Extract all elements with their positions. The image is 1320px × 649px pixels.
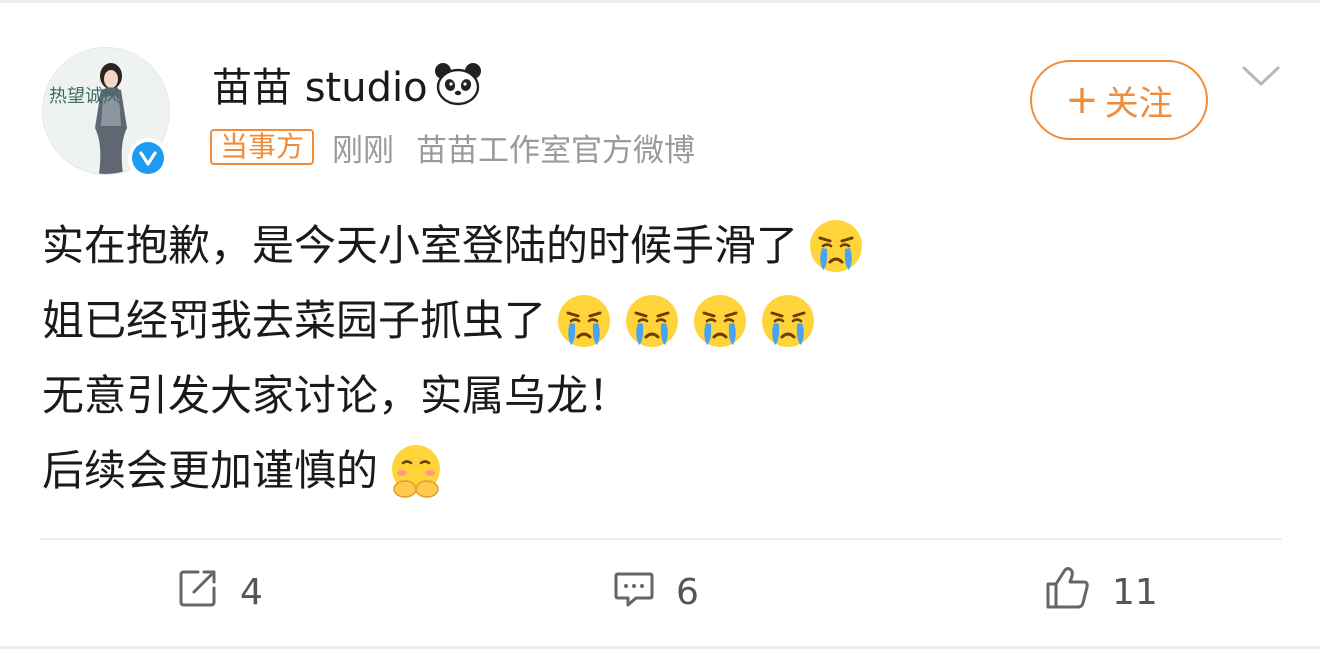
username[interactable]: 苗苗 studio bbox=[212, 55, 482, 113]
verified-badge bbox=[128, 138, 168, 178]
crying-emoji bbox=[624, 293, 680, 349]
comment-count: 6 bbox=[676, 571, 699, 613]
follow-label: 关注 bbox=[1104, 83, 1173, 124]
repost-icon bbox=[176, 566, 220, 619]
follow-button[interactable]: + 关注 bbox=[1030, 60, 1208, 140]
post-time: 刚刚 bbox=[332, 132, 395, 169]
comment-button[interactable]: 6 bbox=[612, 562, 699, 622]
panda-icon bbox=[434, 62, 482, 106]
post-source[interactable]: 苗苗工作室官方微博 bbox=[416, 125, 695, 170]
post-line: 后续会更加谨慎的 bbox=[42, 433, 1282, 508]
crying-emoji bbox=[556, 293, 612, 349]
party-tag: 当事方 bbox=[210, 129, 315, 165]
post-line: 姐已经罚我去菜园子抓虫了 bbox=[42, 283, 1282, 358]
repost-button[interactable]: 4 bbox=[176, 562, 263, 622]
post-line-text: 无意引发大家讨论，实属乌龙！ bbox=[42, 371, 631, 420]
actions-divider bbox=[40, 538, 1282, 540]
username-text[interactable]: 苗苗 studio bbox=[212, 55, 428, 113]
crying-emoji bbox=[808, 218, 864, 274]
verified-check-icon bbox=[132, 142, 164, 174]
top-divider bbox=[0, 0, 1320, 3]
post-line-text: 姐已经罚我去菜园子抓虫了 bbox=[42, 296, 547, 345]
chevron-down-icon[interactable] bbox=[1240, 62, 1282, 92]
post-body: 实在抱歉，是今天小室登陆的时候手滑了 姐已经罚我去菜园子抓虫了 无意引发大家讨论… bbox=[42, 208, 1282, 508]
like-count: 11 bbox=[1112, 571, 1158, 613]
crying-emoji bbox=[760, 293, 816, 349]
repost-count: 4 bbox=[240, 571, 263, 613]
post-line: 实在抱歉，是今天小室登陆的时候手滑了 bbox=[42, 208, 1282, 283]
thumbs-up-icon bbox=[1044, 564, 1092, 621]
like-button[interactable]: 11 bbox=[1044, 562, 1158, 622]
plus-icon: + bbox=[1065, 77, 1099, 123]
post-line-text: 实在抱歉，是今天小室登陆的时候手滑了 bbox=[42, 221, 799, 270]
post-line-text: 后续会更加谨慎的 bbox=[42, 446, 379, 495]
post-meta: 当事方 刚刚 苗苗工作室官方微博 bbox=[210, 125, 695, 170]
shy-emoji bbox=[388, 443, 444, 499]
comment-icon bbox=[612, 566, 656, 619]
post-line: 无意引发大家讨论，实属乌龙！ bbox=[42, 358, 1282, 433]
crying-emoji bbox=[692, 293, 748, 349]
avatar-text: 热望诚风 bbox=[49, 86, 121, 107]
